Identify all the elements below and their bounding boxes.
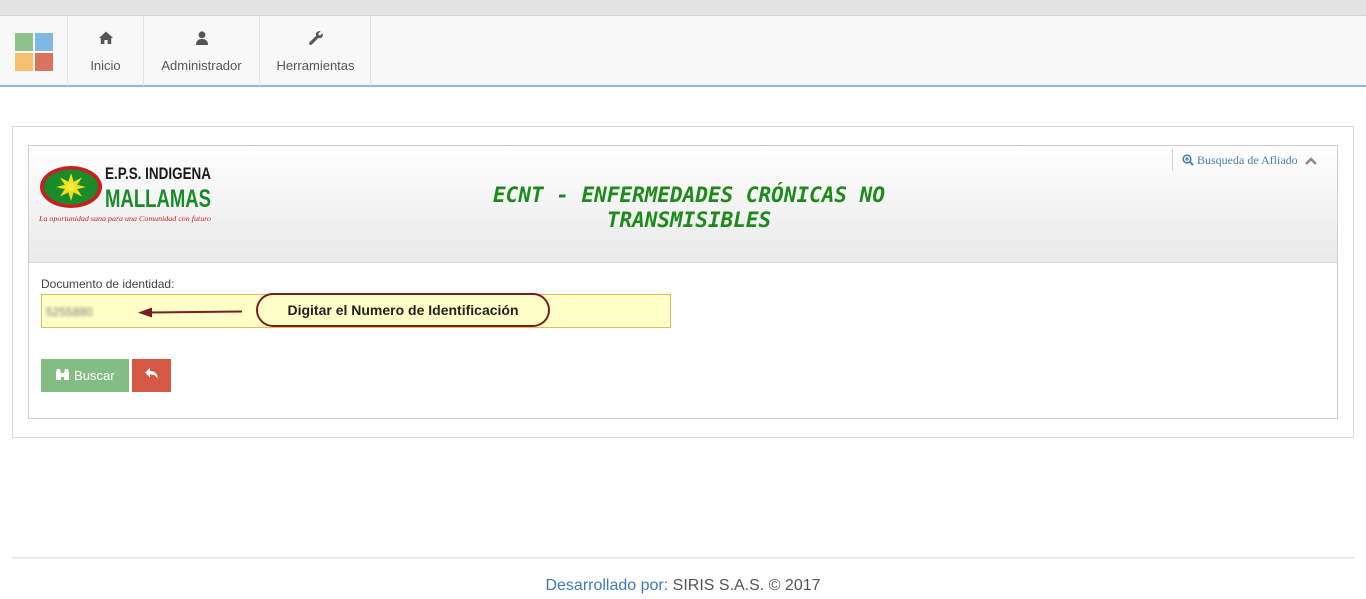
- buscar-label: Buscar: [74, 368, 115, 383]
- browser-top-strip: [0, 0, 1366, 16]
- header-divider: [1172, 149, 1173, 171]
- back-button[interactable]: [132, 359, 171, 392]
- user-icon: [195, 31, 208, 45]
- page-title: ECNT - ENFERMEDADES CRÓNICAS NO TRANSMIS…: [409, 183, 969, 233]
- logo-line1: E.P.S. INDIGENA: [105, 164, 211, 183]
- buscar-button[interactable]: Buscar: [41, 359, 129, 392]
- footer: Desarrollado por: SIRIS S.A.S. © 2017: [0, 577, 1366, 595]
- app-logo[interactable]: [15, 33, 53, 71]
- nav-label-administrador: Administrador: [161, 58, 242, 73]
- search-panel: E.P.S. INDIGENA MALLAMAS La oportunidad …: [28, 145, 1338, 419]
- binoculars-icon: [56, 369, 70, 380]
- nav-item-herramientas[interactable]: Herramientas: [259, 16, 371, 86]
- page-title-line2: TRANSMISIBLES: [606, 208, 772, 232]
- chevron-up-icon[interactable]: [1304, 156, 1317, 166]
- mallamas-logo: E.P.S. INDIGENA MALLAMAS La oportunidad …: [38, 162, 214, 224]
- nav-divider: [370, 16, 371, 86]
- documento-value: 5255880: [46, 305, 93, 319]
- logo-tagline: La oportunidad sana para una Comunidad c…: [39, 215, 212, 223]
- wrench-icon: [308, 31, 323, 45]
- documento-label: Documento de identidad:: [41, 277, 175, 291]
- footer-company: SIRIS S.A.S. © 2017: [672, 577, 821, 594]
- callout-arrow-icon: [138, 307, 243, 318]
- page-title-line1: ECNT - ENFERMEDADES CRÓNICAS NO: [493, 183, 885, 207]
- footer-divider: [12, 557, 1354, 559]
- panel-header: E.P.S. INDIGENA MALLAMAS La oportunidad …: [29, 146, 1337, 263]
- nav-item-inicio[interactable]: Inicio: [67, 16, 143, 86]
- busqueda-afiliado-label: Busqueda de Afliado: [1197, 153, 1298, 167]
- nav-item-administrador[interactable]: Administrador: [143, 16, 259, 86]
- zoom-in-icon: [1182, 154, 1194, 166]
- instruction-callout: Digitar el Numero de Identificación: [256, 293, 550, 327]
- undo-arrow-icon: [145, 368, 158, 379]
- logo-line2: MALLAMAS: [105, 185, 211, 213]
- footer-developed-by: Desarrollado por:: [545, 577, 669, 594]
- nav-label-herramientas: Herramientas: [276, 58, 355, 73]
- busqueda-afiliado-link[interactable]: Busqueda de Afliado: [1182, 153, 1317, 168]
- top-navbar: Inicio Administrador Herramientas: [0, 16, 1366, 87]
- nav-label-inicio: Inicio: [90, 58, 121, 73]
- mallamas-seal-icon: E.P.S. INDIGENA MALLAMAS La oportunidad …: [38, 164, 212, 223]
- home-icon: [98, 31, 113, 44]
